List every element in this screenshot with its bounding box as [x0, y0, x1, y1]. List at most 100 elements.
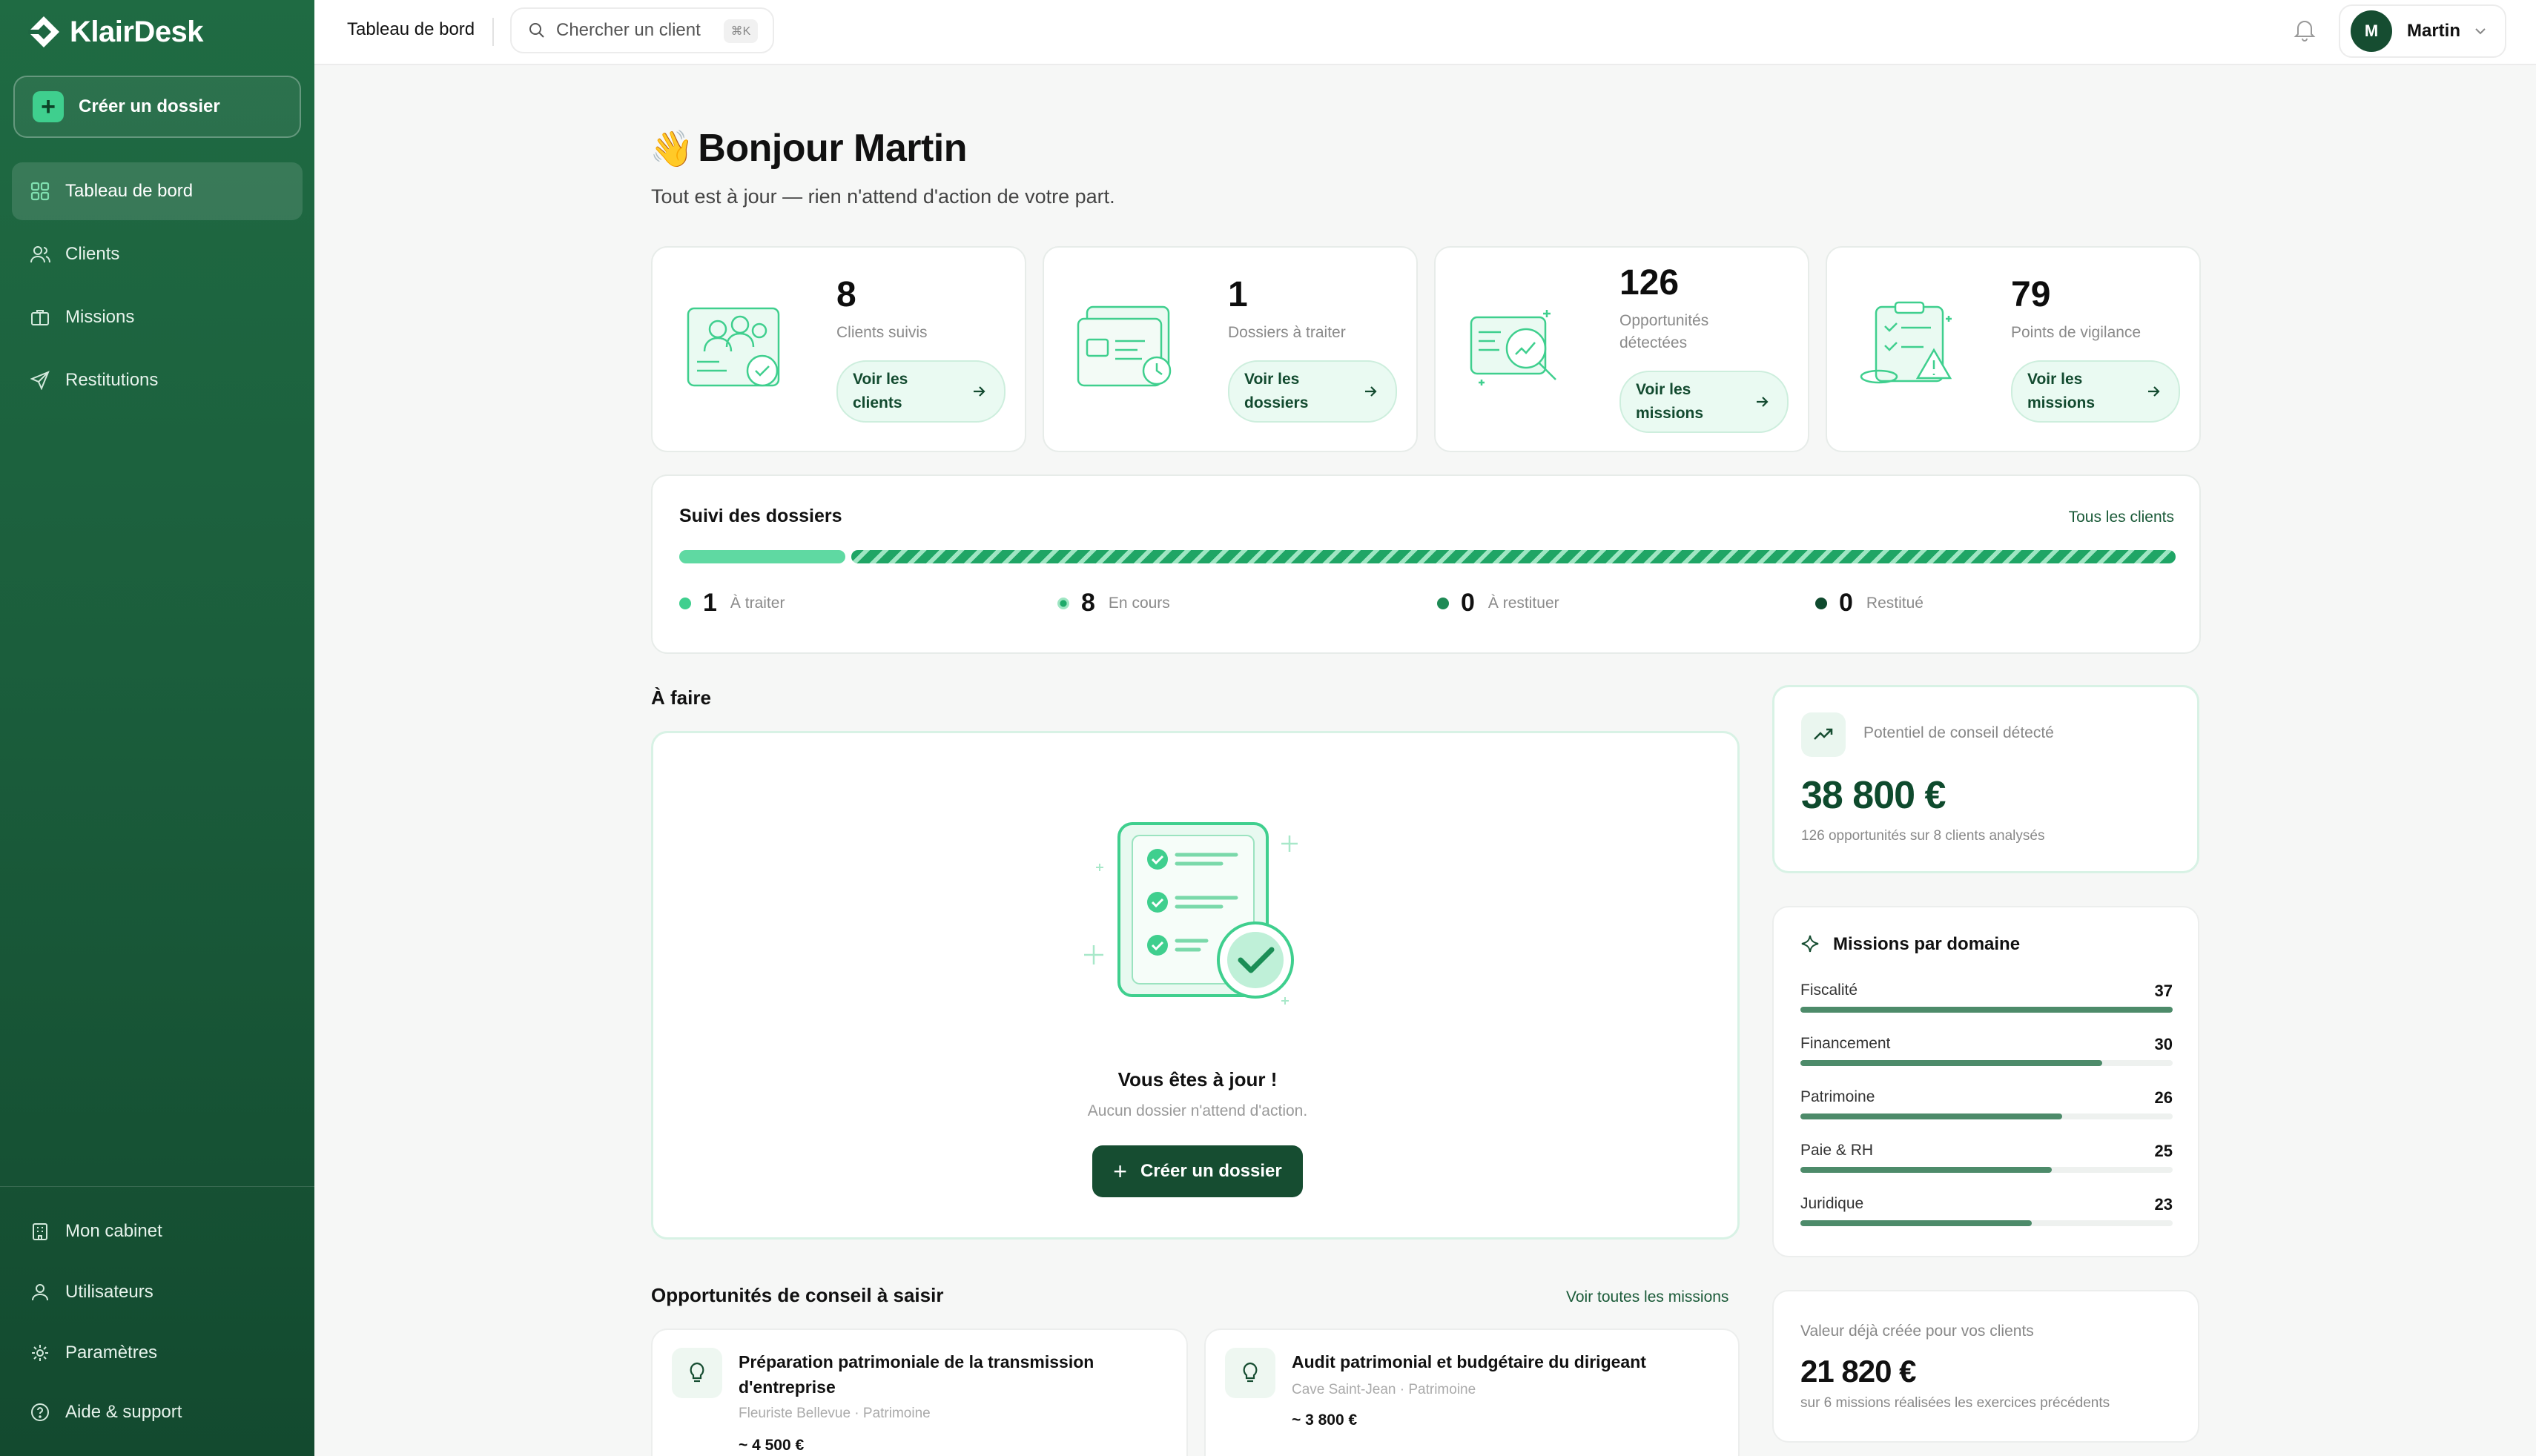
stat-value: 1: [1228, 275, 1248, 314]
domaine-name: Paie & RH: [1800, 1142, 1874, 1159]
missions-par-domaine-card: Missions par domaine Fiscalité 37 Financem…: [1772, 906, 2199, 1257]
trending-up-icon: [1801, 712, 1846, 757]
page-subtitle: Tout est à jour — rien n'attend d'action…: [651, 185, 1115, 208]
status-en-cours[interactable]: 8 En cours: [1057, 589, 1170, 618]
domaine-bar-fill: [1800, 1167, 2053, 1173]
sidebar-item-label: Mon cabinet: [65, 1221, 162, 1241]
topbar: Tableau de bord Chercher un client ⌘K M …: [314, 0, 2536, 65]
sidebar-item-label: Aide & support: [65, 1402, 182, 1422]
users-icon: [30, 244, 50, 265]
sidebar-item-tableau-de-bord[interactable]: Tableau de bord: [12, 162, 303, 220]
stat-button-label: Voir les missions: [2027, 371, 2096, 411]
notification-bell-icon[interactable]: [2288, 13, 2321, 46]
stat-value: 126: [1619, 263, 1680, 302]
sidebar-item-parametres[interactable]: Paramètres: [12, 1324, 303, 1382]
potentiel-conseil-card: Potentiel de conseil détecté 38 800 € 12…: [1772, 685, 2199, 873]
domaine-title: Missions par domaine: [1833, 934, 2021, 954]
topbar-divider: [492, 18, 494, 46]
grid-icon: [30, 181, 50, 202]
sidebar-item-mon-cabinet[interactable]: Mon cabinet: [12, 1202, 303, 1260]
sidebar-item-clients[interactable]: Clients: [12, 225, 303, 283]
domaine-row: Fiscalité 37: [1800, 982, 2173, 1026]
domaine-value: 23: [2154, 1195, 2173, 1214]
domaine-value: 26: [2154, 1088, 2173, 1107]
status-dot: [1815, 597, 1827, 609]
domaine-row: Financement 30: [1800, 1035, 2173, 1079]
sidebar-item-aide-support[interactable]: Aide & support: [12, 1383, 303, 1441]
sidebar-item-utilisateurs[interactable]: Utilisateurs: [12, 1263, 303, 1321]
breadcrumb[interactable]: Tableau de bord: [347, 19, 475, 40]
opportunity-card[interactable]: Audit patrimonial et budgétaire du dirig…: [1204, 1328, 1740, 1456]
domaine-bar-fill: [1800, 1113, 2062, 1119]
cta-label: Créer un dossier: [1140, 1161, 1282, 1181]
create-dossier-button[interactable]: + Créer un dossier: [13, 76, 301, 138]
arrow-right-icon: [2148, 386, 2160, 397]
domaine-bar-track: [1800, 1113, 2173, 1119]
stat-card-vigilance: 79 Points de vigilance Voir les missions: [1826, 246, 2201, 452]
empty-state-subtitle: Aucun dossier n'attend d'action.: [1087, 1102, 1308, 1119]
create-dossier-cta-button[interactable]: + Créer un dossier: [1092, 1145, 1303, 1197]
help-icon: [30, 1402, 50, 1423]
user-name: Martin: [2407, 21, 2460, 41]
voir-clients-button[interactable]: Voir les clients: [836, 360, 1006, 423]
voir-dossiers-button[interactable]: Voir les dossiers: [1228, 360, 1397, 423]
status-count: 1: [703, 589, 717, 617]
domaine-name: Patrimoine: [1800, 1088, 1875, 1105]
stat-value: 8: [836, 275, 856, 314]
search-placeholder: Chercher un client: [556, 20, 701, 40]
domaine-value: 30: [2154, 1035, 2173, 1053]
user-menu[interactable]: M Martin: [2339, 4, 2506, 58]
domaine-bar-track: [1800, 1060, 2173, 1066]
suivi-title: Suivi des dossiers: [679, 506, 842, 526]
domaine-row: Patrimoine 26: [1800, 1088, 2173, 1133]
tous-les-clients-link[interactable]: Tous les clients: [2069, 509, 2174, 526]
sidebar-item-restitutions[interactable]: Restitutions: [12, 351, 303, 409]
app-name: KlairDesk: [70, 15, 204, 48]
search-input[interactable]: Chercher un client ⌘K: [510, 7, 774, 53]
progress-segment-a-traiter: [679, 550, 845, 563]
page-title: 👋 Bonjour Martin: [650, 126, 968, 171]
voir-missions-button[interactable]: Voir les missions: [1619, 371, 1789, 433]
plus-icon: +: [33, 91, 64, 122]
opportunity-card[interactable]: Préparation patrimoniale de la transmiss…: [651, 1328, 1188, 1456]
status-label: Restitué: [1866, 594, 1924, 612]
domaine-row: Paie & RH 25: [1800, 1142, 2173, 1186]
sidebar-divider: [0, 1186, 314, 1187]
wave-emoji: 👋: [650, 129, 694, 169]
status-a-restituer[interactable]: 0 À restituer: [1437, 589, 1559, 618]
plus-icon: +: [1113, 1157, 1127, 1185]
domaine-row: Juridique 23: [1800, 1195, 2173, 1240]
briefcase-icon: [30, 307, 50, 328]
status-dot: [1437, 597, 1449, 609]
arrow-right-icon: [974, 386, 985, 397]
stat-label: Points de vigilance: [2011, 324, 2142, 341]
domaine-bar-fill: [1800, 1007, 2173, 1013]
voir-missions-vigilance-button[interactable]: Voir les missions: [2011, 360, 2180, 423]
sidebar-item-label: Tableau de bord: [65, 181, 194, 201]
sidebar-item-missions[interactable]: Missions: [12, 288, 303, 346]
stat-value: 79: [2011, 275, 2051, 314]
status-restitue[interactable]: 0 Restitué: [1815, 589, 1924, 618]
domaine-name: Financement: [1800, 1035, 1891, 1052]
sidebar-item-label: Missions: [65, 307, 135, 327]
domaine-value: 37: [2154, 982, 2173, 1000]
status-dot: [1057, 597, 1069, 609]
status-a-traiter[interactable]: 1 À traiter: [679, 589, 785, 618]
domaine-name: Fiscalité: [1800, 982, 1858, 999]
stat-card-dossiers: 1 Dossiers à traiter Voir les dossiers: [1043, 246, 1418, 452]
voir-toutes-missions-link[interactable]: Voir toutes les missions: [1566, 1288, 1728, 1306]
valeur-value: 21 820 €: [1800, 1354, 1916, 1389]
domaine-value: 25: [2154, 1142, 2173, 1160]
sidebar-item-label: Paramètres: [65, 1343, 158, 1363]
status-label: À traiter: [730, 594, 785, 612]
search-icon: [529, 23, 544, 38]
analysis-illustration-icon: [1470, 310, 1556, 385]
domaine-name: Juridique: [1800, 1195, 1864, 1212]
suivi-dossiers-card: Suivi des dossiers Tous les clients 1 À …: [651, 474, 2201, 654]
status-count: 8: [1081, 589, 1095, 617]
app-logo[interactable]: KlairDesk: [25, 15, 204, 49]
lightbulb-icon: [672, 1348, 722, 1398]
domaine-bar-track: [1800, 1220, 2173, 1226]
domaine-bar-fill: [1800, 1060, 2103, 1066]
greeting-title: Bonjour Martin: [698, 127, 968, 170]
